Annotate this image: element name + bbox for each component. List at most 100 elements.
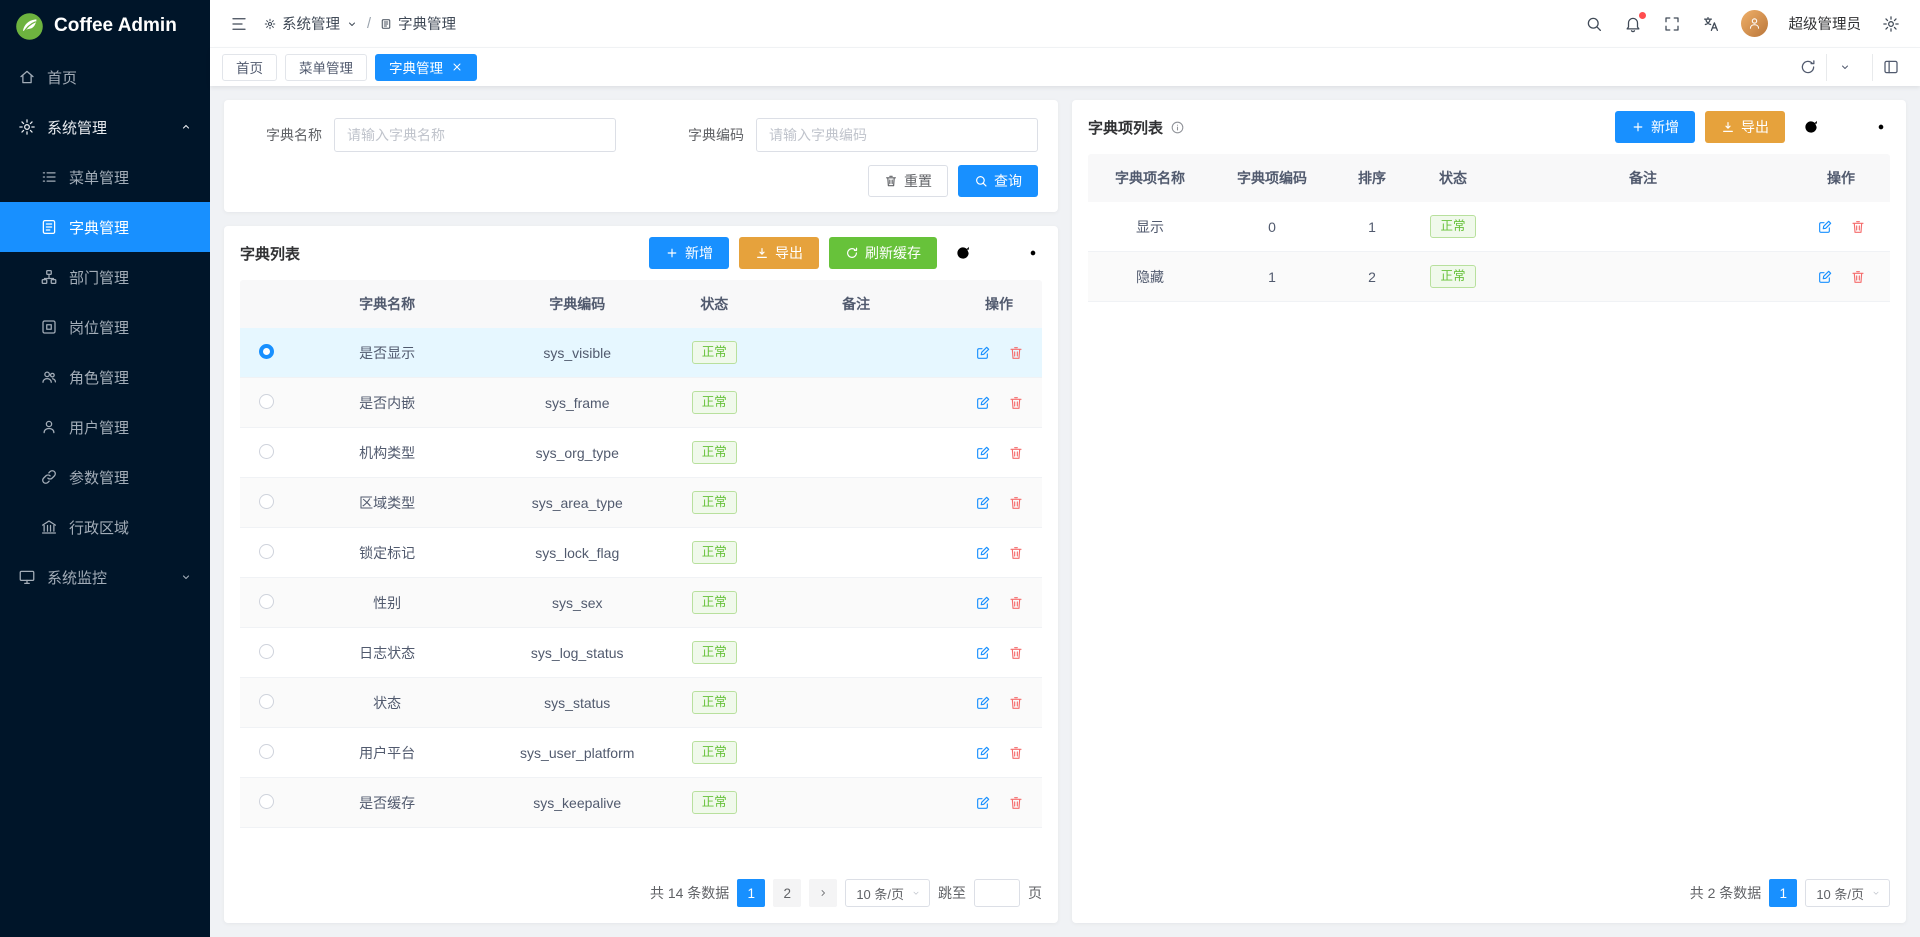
edit-icon[interactable] (975, 595, 991, 611)
item-table-row[interactable]: 显示 0 1 正常 (1088, 202, 1890, 252)
row-radio[interactable] (259, 644, 274, 659)
frame-icon (40, 318, 58, 336)
edit-icon[interactable] (975, 445, 991, 461)
layout-toggle-button[interactable] (1872, 54, 1908, 81)
refresh-table-icon[interactable] (954, 244, 972, 262)
delete-icon[interactable] (1008, 595, 1024, 611)
row-radio[interactable] (259, 744, 274, 759)
reset-button[interactable]: 重置 (868, 165, 948, 197)
edit-icon[interactable] (975, 545, 991, 561)
delete-icon[interactable] (1008, 645, 1024, 661)
search-button[interactable]: 查询 (958, 165, 1038, 197)
delete-icon[interactable] (1850, 269, 1866, 285)
table-settings-icon[interactable] (1024, 244, 1042, 262)
edit-icon[interactable] (1817, 219, 1833, 235)
row-radio[interactable] (259, 494, 274, 509)
delete-icon[interactable] (1008, 345, 1024, 361)
page-size-select[interactable]: 10 条/页 (1805, 879, 1890, 907)
dict-table-row[interactable]: 机构类型 sys_org_type 正常 (240, 428, 1042, 478)
delete-icon[interactable] (1008, 795, 1024, 811)
close-icon[interactable] (451, 61, 463, 73)
refresh-tab-button[interactable] (1790, 54, 1826, 81)
dict-table-row[interactable]: 是否内嵌 sys_frame 正常 (240, 378, 1042, 428)
delete-icon[interactable] (1008, 695, 1024, 711)
tab-dict-mgmt[interactable]: 字典管理 (375, 54, 477, 81)
dict-table-row[interactable]: 日志状态 sys_log_status 正常 (240, 628, 1042, 678)
row-radio[interactable] (259, 544, 274, 559)
sidebar-menu: 首页 系统管理 菜单管理 字典管理 部门管理 岗位管理 角色管理 (0, 52, 210, 937)
row-radio[interactable] (259, 594, 274, 609)
page-size-select[interactable]: 10 条/页 (845, 879, 930, 907)
breadcrumb-parent[interactable]: 系统管理 (264, 13, 358, 34)
row-radio[interactable] (259, 694, 274, 709)
dict-table-row[interactable]: 性别 sys_sex 正常 (240, 578, 1042, 628)
sidebar-item-param-mgmt[interactable]: 参数管理 (0, 452, 210, 502)
add-dict-button[interactable]: 新增 (649, 237, 729, 269)
edit-icon[interactable] (975, 695, 991, 711)
delete-icon[interactable] (1008, 395, 1024, 411)
edit-icon[interactable] (975, 745, 991, 761)
tab-home[interactable]: 首页 (222, 54, 277, 81)
page-1-button[interactable]: 1 (1769, 879, 1797, 907)
refresh-table-icon[interactable] (1802, 118, 1820, 136)
sidebar-item-dict-mgmt[interactable]: 字典管理 (0, 202, 210, 252)
edit-icon[interactable] (975, 345, 991, 361)
sidebar-group-system[interactable]: 系统管理 (0, 102, 210, 152)
delete-icon[interactable] (1850, 219, 1866, 235)
edit-icon[interactable] (975, 495, 991, 511)
settings-gear-icon[interactable] (1882, 15, 1900, 33)
refresh-cache-button[interactable]: 刷新缓存 (829, 237, 937, 269)
dict-table-row[interactable]: 区域类型 sys_area_type 正常 (240, 478, 1042, 528)
delete-icon[interactable] (1008, 495, 1024, 511)
avatar[interactable] (1741, 10, 1768, 37)
breadcrumb-current[interactable]: 字典管理 (380, 13, 456, 34)
notifications-button[interactable] (1624, 15, 1642, 33)
dict-name-cell: 性别 (292, 593, 482, 613)
add-item-button[interactable]: 新增 (1615, 111, 1695, 143)
info-icon[interactable] (1170, 120, 1185, 135)
delete-icon[interactable] (1008, 745, 1024, 761)
item-table-row[interactable]: 隐藏 1 2 正常 (1088, 252, 1890, 302)
column-settings-icon[interactable] (1837, 118, 1855, 136)
delete-icon[interactable] (1008, 545, 1024, 561)
sidebar-item-region-mgmt[interactable]: 行政区域 (0, 502, 210, 552)
translate-icon[interactable] (1702, 15, 1720, 33)
dict-table-row[interactable]: 锁定标记 sys_lock_flag 正常 (240, 528, 1042, 578)
collapse-sidebar-icon[interactable] (230, 15, 248, 33)
column-settings-icon[interactable] (989, 244, 1007, 262)
dict-table-row[interactable]: 是否缓存 sys_keepalive 正常 (240, 778, 1042, 828)
export-item-button[interactable]: 导出 (1705, 111, 1785, 143)
sidebar-item-home[interactable]: 首页 (0, 52, 210, 102)
row-radio[interactable] (259, 394, 274, 409)
sidebar-group-monitor[interactable]: 系统监控 (0, 552, 210, 602)
export-dict-button[interactable]: 导出 (739, 237, 819, 269)
sidebar-item-user-mgmt[interactable]: 用户管理 (0, 402, 210, 452)
row-radio[interactable] (259, 794, 274, 809)
tab-options-button[interactable] (1826, 54, 1862, 81)
edit-icon[interactable] (975, 795, 991, 811)
username[interactable]: 超级管理员 (1789, 13, 1862, 34)
tab-menu-mgmt[interactable]: 菜单管理 (285, 54, 367, 81)
row-radio[interactable] (259, 344, 274, 359)
search-icon[interactable] (1585, 15, 1603, 33)
page-2-button[interactable]: 2 (773, 879, 801, 907)
next-page-button[interactable] (809, 879, 837, 907)
delete-icon[interactable] (1008, 445, 1024, 461)
sidebar-item-role-mgmt[interactable]: 角色管理 (0, 352, 210, 402)
dict-table-row[interactable]: 用户平台 sys_user_platform 正常 (240, 728, 1042, 778)
sidebar-item-menu-mgmt[interactable]: 菜单管理 (0, 152, 210, 202)
table-settings-icon[interactable] (1872, 118, 1890, 136)
dict-table-row[interactable]: 状态 sys_status 正常 (240, 678, 1042, 728)
fullscreen-icon[interactable] (1663, 15, 1681, 33)
edit-icon[interactable] (975, 395, 991, 411)
row-radio[interactable] (259, 444, 274, 459)
dict-name-input[interactable] (334, 118, 616, 152)
dict-code-input[interactable] (756, 118, 1038, 152)
edit-icon[interactable] (1817, 269, 1833, 285)
edit-icon[interactable] (975, 645, 991, 661)
sidebar-item-post-mgmt[interactable]: 岗位管理 (0, 302, 210, 352)
jump-page-input[interactable] (974, 879, 1020, 907)
dict-table-row[interactable]: 是否显示 sys_visible 正常 (240, 328, 1042, 378)
sidebar-item-dept-mgmt[interactable]: 部门管理 (0, 252, 210, 302)
page-1-button[interactable]: 1 (737, 879, 765, 907)
